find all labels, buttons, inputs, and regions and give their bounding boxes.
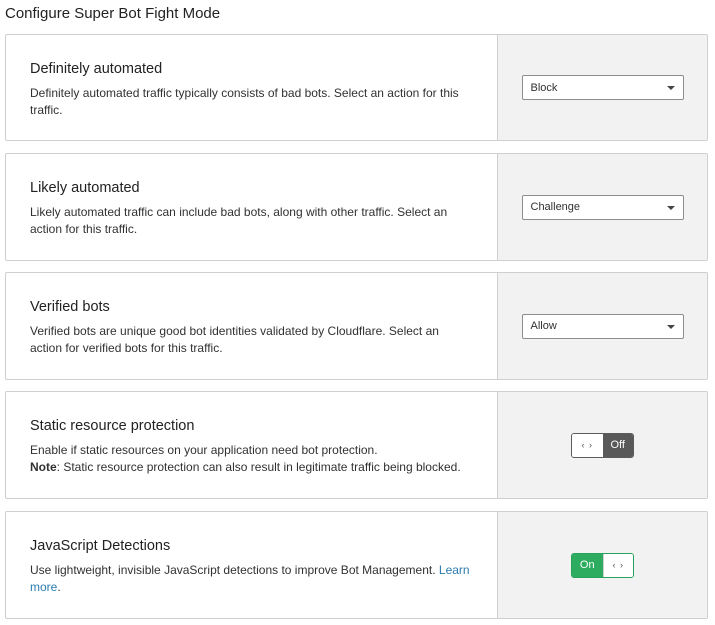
javascript-detections-toggle[interactable]: On ‹ › [571, 552, 634, 578]
likely-automated-action-select[interactable]: Challenge [521, 194, 684, 220]
card-body: JavaScript Detections Use lightweight, i… [6, 512, 498, 618]
card-verified-bots: Verified bots Verified bots are unique g… [5, 272, 708, 380]
card-description: Likely automated traffic can include bad… [30, 205, 448, 236]
select-value: Allow [530, 320, 557, 332]
card-control-panel: Allow [498, 273, 707, 379]
description-suffix: . [57, 580, 61, 594]
card-static-resource-protection: Static resource protection Enable if sta… [5, 391, 708, 499]
page-title: Configure Super Bot Fight Mode [5, 5, 221, 22]
card-body: Verified bots Verified bots are unique g… [6, 273, 498, 379]
select-value: Block [530, 81, 558, 94]
card-title: JavaScript Detections [30, 538, 171, 554]
caret-down-icon [666, 324, 675, 329]
select-value: Challenge [530, 201, 581, 213]
verified-bots-action-select[interactable]: Allow [521, 313, 684, 339]
card-body: Definitely automated Definitely automate… [6, 35, 498, 140]
card-likely-automated: Likely automated Likely automated traffi… [5, 153, 708, 261]
card-title: Definitely automated [30, 61, 163, 77]
card-title: Verified bots [30, 299, 110, 315]
static-resource-protection-toggle[interactable]: ‹ › Off [571, 432, 634, 458]
card-definitely-automated: Definitely automated Definitely automate… [5, 34, 708, 141]
toggle-handle-icon: ‹ › [572, 433, 603, 457]
description-text: Use lightweight, invisible JavaScript de… [30, 563, 436, 577]
card-note: Note: Static resource protection can als… [30, 459, 473, 476]
card-body: Likely automated Likely automated traffi… [6, 154, 498, 260]
note-label: Note [30, 460, 57, 474]
card-title: Static resource protection [30, 418, 195, 434]
card-title: Likely automated [30, 180, 140, 196]
card-body: Static resource protection Enable if sta… [6, 392, 498, 498]
toggle-handle-icon: ‹ › [602, 553, 633, 577]
card-description: Verified bots are unique good bot identi… [30, 324, 439, 355]
card-control-panel: Challenge [498, 154, 707, 260]
card-javascript-detections: JavaScript Detections Use lightweight, i… [5, 511, 708, 619]
definitely-automated-action-select[interactable]: Block [521, 75, 684, 100]
card-description: Use lightweight, invisible JavaScript de… [30, 562, 473, 596]
card-description: Definitely automated traffic typically c… [30, 86, 459, 117]
card-description: Enable if static resources on your appli… [30, 443, 378, 457]
caret-down-icon [666, 205, 675, 210]
caret-down-icon [666, 86, 675, 90]
note-text: : Static resource protection can also re… [56, 460, 461, 474]
toggle-state-label: On [572, 553, 603, 577]
card-control-panel: ‹ › Off [498, 392, 707, 498]
card-control-panel: On ‹ › [498, 512, 707, 618]
toggle-state-label: Off [602, 433, 633, 457]
card-control-panel: Block [498, 35, 707, 140]
